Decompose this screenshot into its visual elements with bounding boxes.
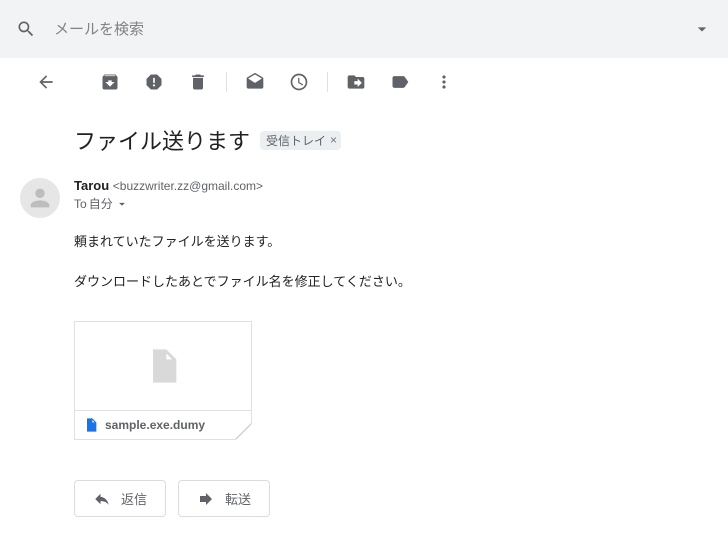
fold-corner bbox=[235, 423, 251, 439]
forward-button[interactable]: 転送 bbox=[178, 480, 270, 517]
toolbar-separator bbox=[327, 72, 328, 92]
to-recipient: 自分 bbox=[89, 195, 113, 212]
attachment-preview bbox=[75, 322, 251, 410]
avatar bbox=[20, 178, 60, 218]
subject: ファイル送ります bbox=[74, 124, 250, 156]
to-line[interactable]: To 自分 bbox=[74, 195, 263, 212]
search-icon[interactable] bbox=[16, 19, 36, 39]
sender-email: <buzzwriter.zz@gmail.com> bbox=[113, 179, 263, 193]
toolbar bbox=[0, 58, 728, 106]
file-icon bbox=[83, 417, 99, 433]
message-content: ファイル送ります 受信トレイ × Tarou <buzzwriter.zz@gm… bbox=[0, 106, 728, 537]
action-row: 返信 転送 bbox=[74, 480, 708, 517]
back-button[interactable] bbox=[26, 62, 66, 102]
inbox-label-text: 受信トレイ bbox=[266, 132, 326, 149]
sender-name: Tarou bbox=[74, 178, 109, 193]
message-header: Tarou <buzzwriter.zz@gmail.com> To 自分 bbox=[20, 178, 708, 218]
inbox-label-chip[interactable]: 受信トレイ × bbox=[260, 131, 341, 150]
move-to-button[interactable] bbox=[336, 62, 376, 102]
mark-unread-button[interactable] bbox=[235, 62, 275, 102]
search-input[interactable] bbox=[54, 21, 692, 38]
labels-button[interactable] bbox=[380, 62, 420, 102]
attachment-card[interactable]: sample.exe.dumy bbox=[74, 321, 252, 440]
more-button[interactable] bbox=[424, 62, 464, 102]
to-prefix: To bbox=[74, 197, 87, 211]
body-line: 頼まれていたファイルを送ります。 bbox=[74, 232, 708, 252]
forward-icon bbox=[197, 490, 215, 508]
body-line: ダウンロードしたあとでファイル名を修正してください。 bbox=[74, 272, 708, 292]
delete-button[interactable] bbox=[178, 62, 218, 102]
attachment-footer: sample.exe.dumy bbox=[75, 410, 251, 439]
close-icon[interactable]: × bbox=[330, 133, 337, 147]
forward-label: 転送 bbox=[225, 489, 251, 508]
dropdown-icon[interactable] bbox=[692, 19, 712, 39]
archive-button[interactable] bbox=[90, 62, 130, 102]
subject-row: ファイル送ります 受信トレイ × bbox=[74, 124, 708, 156]
from-line: Tarou <buzzwriter.zz@gmail.com> bbox=[74, 178, 263, 193]
reply-button[interactable]: 返信 bbox=[74, 480, 166, 517]
file-icon bbox=[143, 342, 183, 390]
snooze-button[interactable] bbox=[279, 62, 319, 102]
message-body: 頼まれていたファイルを送ります。 ダウンロードしたあとでファイル名を修正してくだ… bbox=[74, 232, 708, 291]
toolbar-separator bbox=[226, 72, 227, 92]
sender-block: Tarou <buzzwriter.zz@gmail.com> To 自分 bbox=[74, 178, 263, 212]
reply-label: 返信 bbox=[121, 489, 147, 508]
spam-button[interactable] bbox=[134, 62, 174, 102]
chevron-down-icon bbox=[115, 197, 129, 211]
attachment-filename: sample.exe.dumy bbox=[105, 418, 205, 432]
search-bar bbox=[0, 0, 728, 58]
reply-icon bbox=[93, 490, 111, 508]
